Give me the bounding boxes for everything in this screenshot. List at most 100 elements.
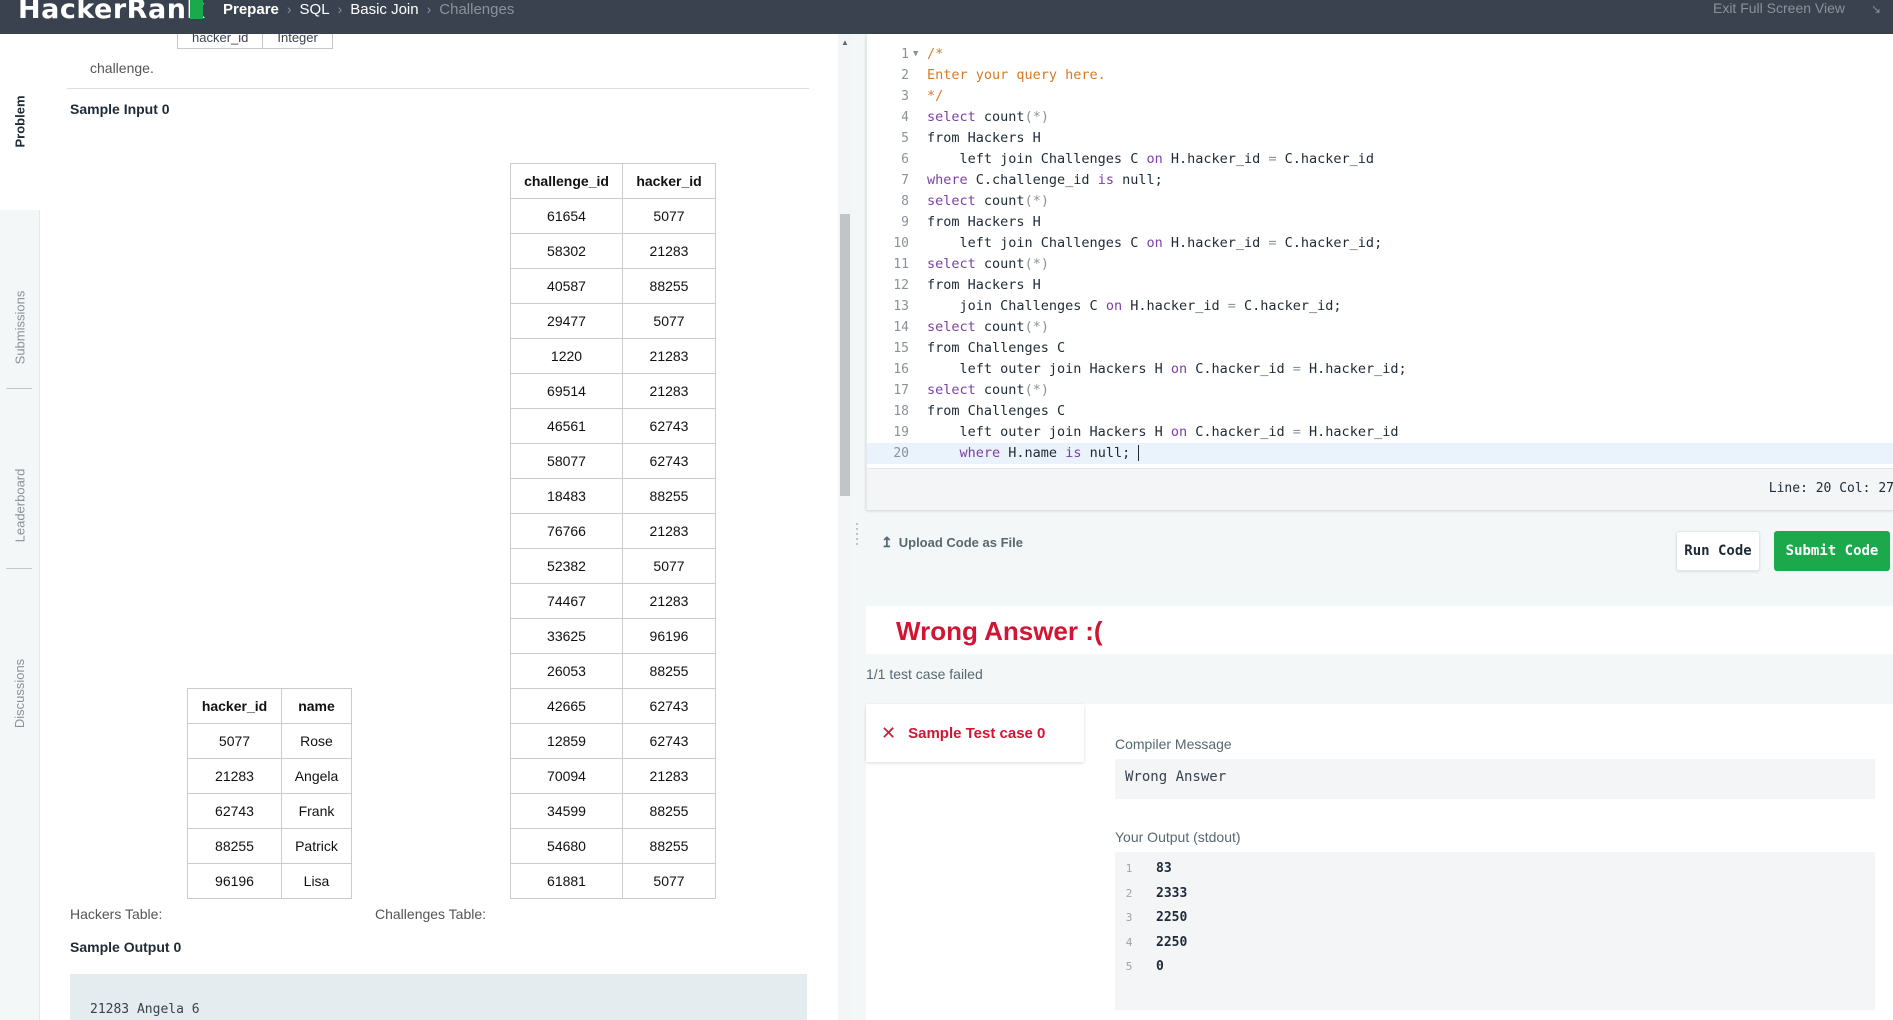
code-line[interactable]: 9 from Hackers H: [867, 212, 1893, 233]
line-number: 10: [893, 236, 909, 251]
table-cell: 5077: [187, 723, 282, 759]
run-code-button[interactable]: Run Code: [1676, 531, 1760, 571]
table-cell: 62743: [622, 443, 716, 479]
code-line[interactable]: 18 from Challenges C: [867, 401, 1893, 422]
side-tab-divider: [6, 388, 32, 389]
table-cell: 21283: [622, 513, 716, 549]
table-cell: 18483: [510, 478, 623, 514]
code-line[interactable]: 10 left join Challenges C on H.hacker_id…: [867, 233, 1893, 254]
line-number: 5: [901, 131, 909, 146]
testcase-label: Sample Test case 0: [908, 724, 1046, 742]
compiler-message: Wrong Answer: [1125, 769, 1227, 785]
code-text: where C.challenge_id is null;: [927, 172, 1163, 188]
code-line[interactable]: 12 from Hackers H: [867, 275, 1893, 296]
line-number: 3: [901, 89, 909, 104]
code-line[interactable]: 4 select count(*): [867, 107, 1893, 128]
line-number: 2: [901, 68, 909, 83]
table-cell: 12859: [510, 723, 623, 759]
tab-submissions[interactable]: Submissions: [0, 291, 40, 365]
table-cell: 33625: [510, 618, 623, 654]
code-text: left outer join Hackers H on C.hacker_id…: [927, 424, 1399, 440]
line-number: 9: [901, 215, 909, 230]
stdout-label: Your Output (stdout): [1115, 829, 1241, 845]
scrollbar-thumb[interactable]: [840, 214, 850, 496]
breadcrumb-basic-join[interactable]: Basic Join: [350, 1, 418, 18]
table-row: 61881 5077: [510, 863, 716, 899]
tab-leaderboard[interactable]: Leaderboard: [0, 469, 40, 543]
table-cell: 88255: [187, 828, 282, 864]
breadcrumb-prepare[interactable]: Prepare: [223, 1, 279, 18]
tab-leaderboard-label: Leaderboard: [12, 468, 28, 543]
table-header-row: hacker_id name: [187, 688, 352, 724]
line-number: 8: [901, 194, 909, 209]
upload-code-button[interactable]: ↥ Upload Code as File: [881, 534, 1023, 551]
code-line[interactable]: 14 select count(*): [867, 317, 1893, 338]
table-cell: 46561: [510, 408, 623, 444]
tab-discussions[interactable]: Discussions: [0, 659, 40, 728]
code-line[interactable]: 19 left outer join Hackers H on C.hacker…: [867, 422, 1893, 443]
code-line[interactable]: 17 select count(*): [867, 380, 1893, 401]
table-row: 58077 62743: [510, 443, 716, 479]
code-line[interactable]: 13 join Challenges C on H.hacker_id = C.…: [867, 296, 1893, 317]
table-cell: 62743: [622, 723, 716, 759]
table-cell: Patrick: [281, 828, 352, 864]
table-row: 29477 5077: [510, 303, 716, 339]
code-line[interactable]: 20 where H.name is null;: [867, 443, 1893, 464]
table-cell: 21283: [187, 758, 282, 794]
tab-problem[interactable]: Problem: [0, 95, 40, 147]
stdout-line: 3 2250: [1115, 907, 1875, 929]
code-line[interactable]: 8 select count(*): [867, 191, 1893, 212]
table-cell: Frank: [281, 793, 352, 829]
panel-resize-handle[interactable]: [854, 520, 862, 550]
line-number: 14: [893, 320, 909, 335]
stdout-line: 4 2250: [1115, 932, 1875, 954]
table-header-row: challenge_id hacker_id: [510, 163, 716, 199]
table-cell: 96196: [622, 618, 716, 654]
problem-scrollbar[interactable]: ▲: [838, 34, 852, 1020]
code-line[interactable]: 7 where C.challenge_id is null;: [867, 170, 1893, 191]
table-cell: 88255: [622, 653, 716, 689]
table-cell: Lisa: [281, 863, 352, 899]
stdout-line: 2 2333: [1115, 883, 1875, 905]
sample-input-heading: Sample Input 0: [70, 101, 170, 117]
exit-fullscreen-link[interactable]: Exit Full Screen View: [1713, 0, 1845, 16]
code-line[interactable]: 15 from Challenges C: [867, 338, 1893, 359]
code-line[interactable]: 5 from Hackers H: [867, 128, 1893, 149]
scroll-up-arrow-icon[interactable]: ▲: [841, 38, 849, 47]
table-row: 5077 Rose: [187, 723, 352, 759]
code-lines[interactable]: 1 ▼ /* 2 Enter your query here. 3 */ 4 select co…: [867, 44, 1893, 464]
line-number: 1: [1125, 862, 1133, 875]
code-line[interactable]: 6 left join Challenges C on H.hacker_id …: [867, 149, 1893, 170]
code-text: select count(*): [927, 256, 1049, 272]
table-row: 58302 21283: [510, 233, 716, 269]
code-line[interactable]: 2 Enter your query here.: [867, 65, 1893, 86]
exit-fullscreen-icon[interactable]: ↘: [1871, 2, 1881, 16]
line-number: 15: [893, 341, 909, 356]
line-number: 13: [893, 299, 909, 314]
table-cell: 70094: [510, 758, 623, 794]
breadcrumb-sql[interactable]: SQL: [300, 1, 330, 18]
code-line[interactable]: 16 left outer join Hackers H on C.hacker…: [867, 359, 1893, 380]
submit-code-button[interactable]: Submit Code: [1774, 531, 1890, 571]
hackers-sample-table: hacker_id name 5077 Rose 21283 Angela 62743 F…: [187, 688, 352, 899]
code-text: where H.name is null;: [959, 445, 1140, 461]
table-cell: 69514: [510, 373, 623, 409]
code-editor[interactable]: 1 ▼ /* 2 Enter your query here. 3 */ 4 select co…: [866, 34, 1893, 510]
table-cell: 62743: [622, 688, 716, 724]
hackers-table-caption: Hackers Table:: [70, 906, 163, 922]
line-number: 6: [901, 152, 909, 167]
table-row: 21283 Angela: [187, 758, 352, 794]
code-line[interactable]: 11 select count(*): [867, 254, 1893, 275]
code-line[interactable]: 3 */: [867, 86, 1893, 107]
table-row: 54680 88255: [510, 828, 716, 864]
stdout-value: 2250: [1156, 934, 1188, 950]
line-number: 19: [893, 425, 909, 440]
fold-arrow-icon[interactable]: ▼: [913, 44, 918, 65]
hackerrank-logo[interactable]: HackerRank: [18, 0, 205, 25]
table-row: 76766 21283: [510, 513, 716, 549]
test-summary: 1/1 test case failed: [866, 666, 983, 682]
code-line[interactable]: 1 ▼ /*: [867, 44, 1893, 65]
table-cell: 40587: [510, 268, 623, 304]
breadcrumb-challenges: Challenges: [439, 0, 515, 18]
tab-sample-test-case-0[interactable]: ✕ Sample Test case 0: [866, 704, 1084, 762]
